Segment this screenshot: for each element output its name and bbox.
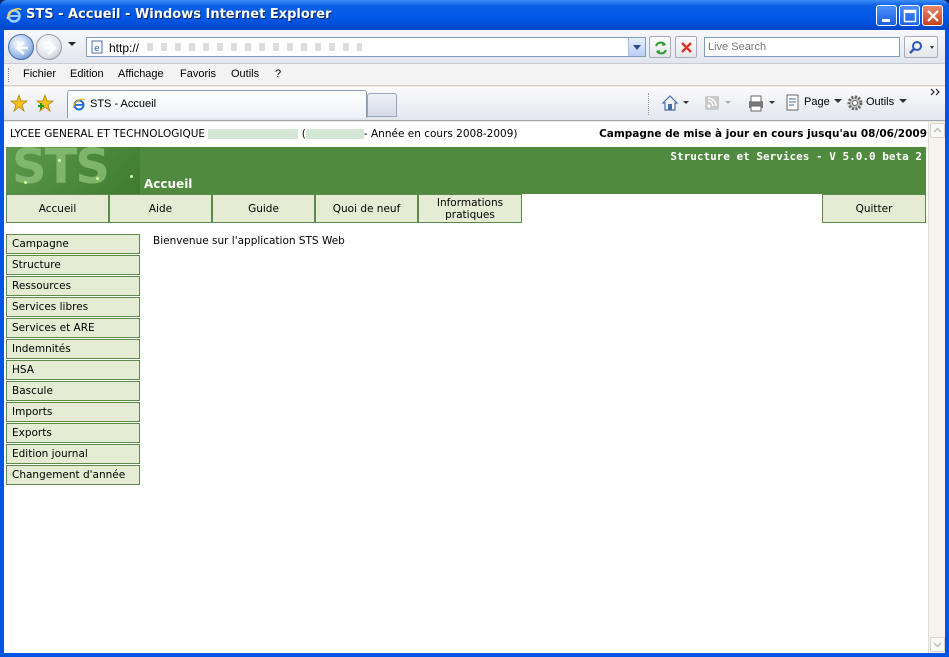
tab-informations-pratiques[interactable]: Informations pratiques bbox=[418, 194, 522, 223]
search-button[interactable] bbox=[904, 36, 938, 58]
menu-help[interactable]: ? bbox=[275, 68, 281, 80]
command-separator bbox=[648, 93, 649, 115]
address-url: http:// bbox=[109, 41, 140, 55]
sidebar-item-ressources[interactable]: Ressources bbox=[6, 276, 140, 296]
school-prefix: LYCEE GENERAL ET TECHNOLOGIQUE bbox=[10, 128, 206, 140]
back-arrow-icon bbox=[15, 41, 28, 55]
refresh-button[interactable] bbox=[649, 36, 671, 58]
stop-button[interactable] bbox=[675, 36, 697, 58]
quit-button[interactable]: Quitter bbox=[822, 194, 926, 223]
page-dropdown-icon[interactable] bbox=[834, 99, 842, 105]
refresh-icon bbox=[655, 41, 667, 55]
minimize-button[interactable] bbox=[876, 5, 897, 26]
logo-dot bbox=[96, 177, 99, 180]
page-icon: e bbox=[91, 40, 103, 54]
page-menu-label[interactable]: Page bbox=[804, 96, 830, 108]
logo-dot bbox=[130, 175, 133, 178]
menu-edition[interactable]: Edition bbox=[70, 68, 104, 80]
sidebar-item-changement-annee[interactable]: Changement d'année bbox=[6, 465, 140, 485]
sts-logo-text: STS bbox=[12, 147, 110, 194]
title-bar[interactable]: STS - Accueil - Windows Internet Explore… bbox=[0, 0, 949, 30]
school-year: - Année en cours 2008-2009) bbox=[363, 128, 518, 140]
ie-logo-icon bbox=[6, 7, 22, 23]
close-icon bbox=[927, 10, 939, 22]
tab-accueil[interactable]: Accueil bbox=[6, 194, 109, 223]
favorites-star-icon[interactable] bbox=[10, 94, 28, 112]
tools-dropdown-icon[interactable] bbox=[899, 99, 907, 105]
forward-button[interactable] bbox=[36, 34, 62, 60]
app-header: STS Structure et Services - V 5.0.0 beta… bbox=[6, 147, 926, 194]
new-tab-button[interactable] bbox=[367, 93, 397, 117]
page-content: LYCEE GENERAL ET TECHNOLOGIQUE (- Année … bbox=[4, 122, 945, 653]
tab-aide[interactable]: Aide bbox=[109, 194, 212, 223]
menu-outils[interactable]: Outils bbox=[231, 68, 259, 80]
scroll-up-button[interactable] bbox=[930, 123, 945, 138]
feeds-icon[interactable] bbox=[703, 93, 733, 113]
chevron-down-icon bbox=[933, 642, 942, 648]
sidebar-item-bascule[interactable]: Bascule bbox=[6, 381, 140, 401]
close-window-button[interactable] bbox=[922, 5, 943, 26]
add-favorite-icon[interactable] bbox=[36, 94, 54, 112]
vertical-scrollbar[interactable] bbox=[928, 122, 945, 653]
print-icon[interactable] bbox=[746, 93, 776, 113]
chevron-more-icon[interactable] bbox=[930, 87, 942, 97]
maximize-button[interactable] bbox=[899, 5, 920, 26]
logo-dot bbox=[24, 181, 27, 184]
sidebar-item-services-are[interactable]: Services et ARE bbox=[6, 318, 140, 338]
current-page-title: Accueil bbox=[144, 177, 193, 191]
minimize-icon bbox=[882, 19, 890, 22]
address-toolbar: e http:// bbox=[4, 30, 945, 64]
browser-window: STS - Accueil - Windows Internet Explore… bbox=[0, 0, 949, 657]
svg-text:e: e bbox=[94, 44, 100, 54]
tab-guide[interactable]: Guide bbox=[212, 194, 315, 223]
tools-gear-icon[interactable] bbox=[846, 94, 864, 112]
live-search-box[interactable] bbox=[704, 37, 900, 57]
history-dropdown-icon[interactable] bbox=[68, 42, 76, 46]
search-icon bbox=[909, 41, 934, 54]
sidebar-item-exports[interactable]: Exports bbox=[6, 423, 140, 443]
tab-and-command-bar: STS - Accueil Page Outils bbox=[4, 87, 945, 121]
maximize-icon bbox=[903, 9, 917, 23]
window-title: STS - Accueil - Windows Internet Explore… bbox=[26, 7, 332, 22]
sidebar-item-services-libres[interactable]: Services libres bbox=[6, 297, 140, 317]
menu-bar: Fichier Edition Affichage Favoris Outils… bbox=[4, 64, 945, 86]
home-icon[interactable] bbox=[661, 93, 691, 113]
sidebar-item-edition-journal[interactable]: Edition journal bbox=[6, 444, 140, 464]
menu-fichier[interactable]: Fichier bbox=[23, 68, 56, 80]
tab-quoi-de-neuf[interactable]: Quoi de neuf bbox=[315, 194, 418, 223]
tools-menu-label[interactable]: Outils bbox=[866, 96, 894, 108]
toolbar-grip bbox=[8, 68, 11, 82]
menu-affichage[interactable]: Affichage bbox=[118, 68, 164, 80]
side-menu: Campagne Structure Ressources Services l… bbox=[6, 234, 140, 486]
address-field[interactable]: e http:// bbox=[86, 37, 646, 57]
ie-tab-icon bbox=[72, 98, 86, 111]
forward-arrow-icon bbox=[44, 41, 57, 55]
app-version: Structure et Services - V 5.0.0 beta 2 bbox=[670, 150, 922, 163]
back-button[interactable] bbox=[8, 34, 34, 60]
redacted-school-code bbox=[305, 129, 364, 139]
sidebar-item-hsa[interactable]: HSA bbox=[6, 360, 140, 380]
sidebar-item-indemnites[interactable]: Indemnités bbox=[6, 339, 140, 359]
stop-icon bbox=[681, 42, 692, 53]
menu-favoris[interactable]: Favoris bbox=[180, 68, 216, 80]
redacted-url bbox=[147, 43, 362, 51]
live-search-input[interactable] bbox=[708, 39, 898, 55]
sts-logo: STS bbox=[6, 147, 140, 194]
school-info: LYCEE GENERAL ET TECHNOLOGIQUE (- Année … bbox=[10, 128, 518, 140]
sidebar-item-campagne[interactable]: Campagne bbox=[6, 234, 140, 254]
scroll-down-button[interactable] bbox=[930, 637, 945, 652]
campaign-notice: Campagne de mise à jour en cours jusqu'a… bbox=[599, 128, 927, 140]
sidebar-item-structure[interactable]: Structure bbox=[6, 255, 140, 275]
chevron-up-icon bbox=[933, 127, 942, 133]
welcome-message: Bienvenue sur l'application STS Web bbox=[153, 235, 345, 247]
page-menu-icon[interactable] bbox=[784, 94, 802, 112]
browser-tab-label: STS - Accueil bbox=[90, 98, 157, 110]
browser-frame: e http:// Fichier Edition Affichage bbox=[4, 30, 945, 653]
main-nav: Accueil Aide Guide Quoi de neuf Informat… bbox=[6, 194, 926, 223]
sidebar-item-imports[interactable]: Imports bbox=[6, 402, 140, 422]
logo-dot bbox=[58, 159, 61, 162]
browser-tab-accueil[interactable]: STS - Accueil bbox=[67, 90, 367, 118]
redacted-school-name bbox=[208, 129, 299, 139]
address-dropdown-button[interactable] bbox=[628, 38, 645, 56]
